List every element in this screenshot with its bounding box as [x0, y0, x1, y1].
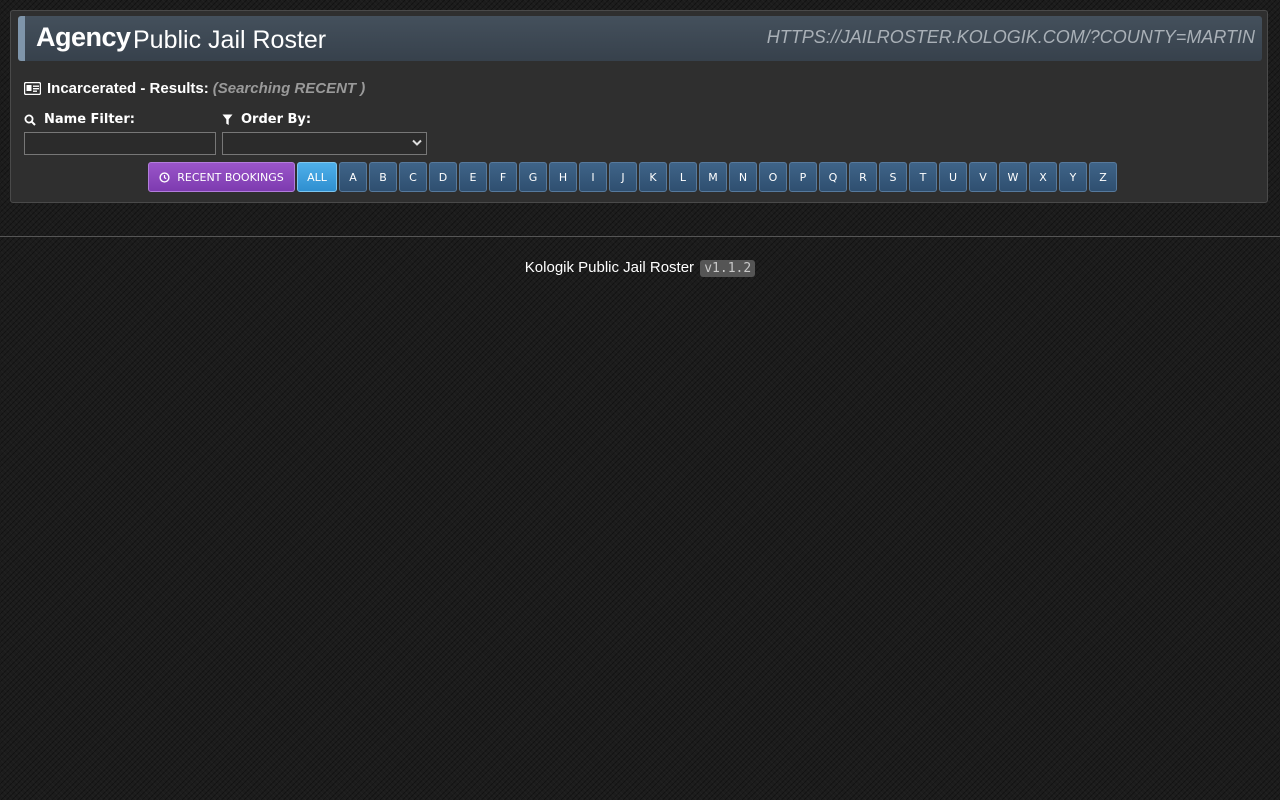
- letter-button-f[interactable]: F: [489, 162, 517, 192]
- letter-button-l[interactable]: L: [669, 162, 697, 192]
- letter-button-n[interactable]: N: [729, 162, 757, 192]
- footer-text: Kologik Public Jail Roster: [524, 259, 695, 276]
- letter-button-g[interactable]: G: [519, 162, 547, 192]
- recent-bookings-label: RECENT BOOKINGS: [177, 170, 284, 184]
- letter-button-p[interactable]: P: [789, 162, 817, 192]
- order-by-label: Order By:: [222, 112, 311, 127]
- letter-button-y[interactable]: Y: [1059, 162, 1087, 192]
- letter-button-w[interactable]: W: [999, 162, 1027, 192]
- letter-button-e[interactable]: E: [459, 162, 487, 192]
- name-filter-input[interactable]: [24, 132, 216, 155]
- letter-button-h[interactable]: H: [549, 162, 577, 192]
- letter-button-j[interactable]: J: [609, 162, 637, 192]
- letter-button-k[interactable]: K: [639, 162, 667, 192]
- letter-button-d[interactable]: D: [429, 162, 457, 192]
- search-status: (Searching RECENT ): [212, 80, 366, 97]
- letter-buttons: ABCDEFGHIJKLMNOPQRSTUVWXYZ: [339, 162, 1117, 192]
- letter-button-c[interactable]: C: [399, 162, 427, 192]
- recent-bookings-button[interactable]: RECENT BOOKINGS: [148, 162, 295, 192]
- footer: Kologik Public Jail Roster v1.1.2: [0, 259, 1280, 277]
- filter-icon: [222, 114, 233, 125]
- version-badge: v1.1.2: [700, 260, 756, 277]
- results-heading: Incarcerated - Results: (Searching RECEN…: [24, 80, 365, 97]
- letter-button-i[interactable]: I: [579, 162, 607, 192]
- letter-button-v[interactable]: V: [969, 162, 997, 192]
- name-filter-label: Name Filter:: [24, 112, 135, 127]
- letter-button-m[interactable]: M: [699, 162, 727, 192]
- results-label: Incarcerated - Results:: [47, 80, 209, 97]
- letter-button-q[interactable]: Q: [819, 162, 847, 192]
- order-by-select[interactable]: [222, 132, 427, 155]
- letter-button-s[interactable]: S: [879, 162, 907, 192]
- name-filter-label-text: Name Filter:: [44, 112, 135, 127]
- search-icon: [24, 114, 36, 126]
- letter-button-b[interactable]: B: [369, 162, 397, 192]
- title-bar: Agency Public Jail Roster HTTPS://JAILRO…: [18, 16, 1262, 61]
- order-by-label-text: Order By:: [241, 112, 312, 127]
- letter-button-o[interactable]: O: [759, 162, 787, 192]
- roster-panel: Agency Public Jail Roster HTTPS://JAILRO…: [10, 10, 1268, 203]
- chevron-down-icon: [412, 139, 422, 146]
- letter-button-u[interactable]: U: [939, 162, 967, 192]
- letter-button-a[interactable]: A: [339, 162, 367, 192]
- all-button[interactable]: ALL: [297, 162, 337, 192]
- letter-button-t[interactable]: T: [909, 162, 937, 192]
- letter-button-row: RECENT BOOKINGS ALL ABCDEFGHIJKLMNOPQRST…: [148, 162, 1117, 192]
- letter-button-r[interactable]: R: [849, 162, 877, 192]
- id-card-icon: [24, 82, 41, 95]
- roster-url: HTTPS://JAILROSTER.KOLOGIK.COM/?COUNTY=M…: [766, 27, 1255, 47]
- letter-button-x[interactable]: X: [1029, 162, 1057, 192]
- clock-icon: [159, 171, 170, 183]
- page-title: Public Jail Roster: [133, 26, 327, 54]
- divider: [0, 236, 1280, 237]
- letter-button-z[interactable]: Z: [1089, 162, 1117, 192]
- agency-title: Agency: [36, 22, 131, 52]
